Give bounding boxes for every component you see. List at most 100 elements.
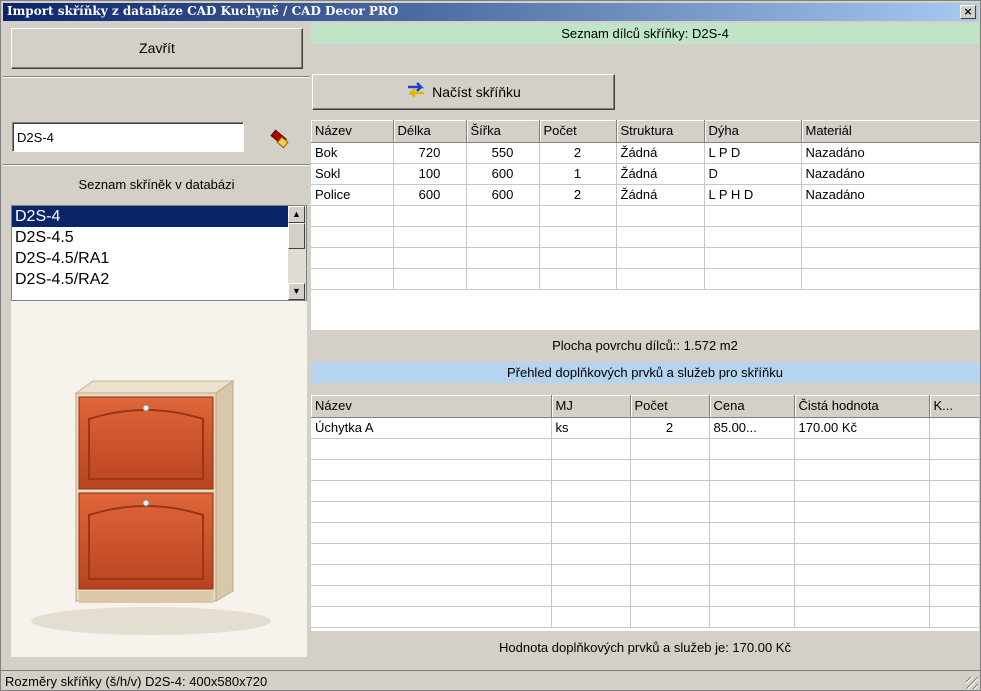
table-cell: [630, 543, 710, 565]
extras-table-container: Název MJ Počet Cena Čistá hodnota K... Úchytk…: [311, 395, 979, 631]
table-cell: [311, 585, 552, 607]
column-header[interactable]: Šířka: [466, 120, 540, 143]
table-row[interactable]: Police 600 600 2 Žádná L P H D Nazadáno: [311, 184, 979, 206]
table-cell: [929, 606, 979, 628]
table-cell: Nazadáno: [801, 142, 979, 164]
table-row[interactable]: Úchytka Aks 2 85.00... 170.00 Kč: [311, 417, 979, 439]
load-cabinet-button[interactable]: Načíst skříňku: [312, 74, 615, 110]
close-button[interactable]: Zavřít: [11, 28, 303, 69]
table-row[interactable]: Bok 720 550 2 Žádná L P D Nazadáno: [311, 142, 979, 164]
table-cell: 2: [539, 142, 617, 164]
resize-grip-icon[interactable]: [966, 677, 978, 689]
swap-arrows-icon: [406, 76, 426, 110]
table-cell: [709, 564, 795, 586]
parts-table[interactable]: Název Délka Šířka Počet Struktura Dýha Materiá…: [311, 120, 979, 290]
table-cell: [929, 585, 979, 607]
list-item[interactable]: D2S-4.5/RA2: [12, 269, 288, 290]
title-bar: Import skříňky z databáze CAD Kuchyně / …: [3, 3, 978, 21]
table-cell: [704, 226, 802, 248]
list-item[interactable]: D2S-4.5: [12, 227, 288, 248]
cabinet-list-scrollbar[interactable]: ▲ ▼: [288, 206, 306, 300]
table-row[interactable]: [311, 564, 979, 586]
table-cell: [709, 543, 795, 565]
search-field[interactable]: [12, 122, 244, 152]
table-cell: 600: [393, 184, 467, 206]
table-row[interactable]: [311, 480, 979, 502]
table-row[interactable]: [311, 459, 979, 481]
table-row[interactable]: [311, 543, 979, 565]
column-header[interactable]: Název: [311, 395, 552, 418]
table-cell: [311, 268, 394, 290]
table-cell: [794, 606, 930, 628]
parts-header: Seznam dílců skříňky: D2S-4: [311, 23, 979, 44]
table-cell: [616, 268, 705, 290]
table-cell: 600: [466, 184, 540, 206]
column-header[interactable]: Počet: [630, 395, 710, 418]
table-cell: [801, 247, 979, 269]
table-row[interactable]: [311, 247, 979, 269]
surface-area-text: Plocha povrchu dílců:: 1.572 m2: [552, 338, 738, 353]
column-header[interactable]: Cena: [709, 395, 795, 418]
column-header[interactable]: K...: [929, 395, 979, 418]
list-item[interactable]: D2S-4.5/RA1: [12, 248, 288, 269]
list-item[interactable]: D2S-4: [12, 206, 288, 227]
table-cell: [794, 438, 930, 460]
table-cell: [929, 501, 979, 523]
column-header[interactable]: Materiál: [801, 120, 979, 143]
table-row[interactable]: [311, 438, 979, 460]
table-cell: [551, 522, 631, 544]
table-cell: 85.00...: [709, 417, 795, 439]
table-cell: Nazadáno: [801, 163, 979, 185]
cabinet-listbox[interactable]: D2S-4 D2S-4.5 D2S-4.5/RA1 D2S-4.5/RA2 ▲ ▼: [11, 205, 307, 301]
table-cell: [794, 543, 930, 565]
table-cell: [539, 205, 617, 227]
table-cell: [704, 247, 802, 269]
column-header[interactable]: Čistá hodnota: [794, 395, 930, 418]
table-row[interactable]: [311, 585, 979, 607]
scroll-up-icon[interactable]: ▲: [288, 206, 305, 223]
table-cell: [311, 438, 552, 460]
table-cell: 170.00 Kč: [794, 417, 930, 439]
table-cell: 100: [393, 163, 467, 185]
table-cell: [929, 543, 979, 565]
table-cell: [929, 480, 979, 502]
table-cell: [311, 606, 552, 628]
extras-header: Přehled doplňkových prvků a služeb pro s…: [311, 362, 979, 383]
scroll-down-icon[interactable]: ▼: [288, 283, 305, 300]
table-cell: [709, 438, 795, 460]
table-cell: [709, 480, 795, 502]
column-header[interactable]: MJ: [551, 395, 631, 418]
table-cell: ks: [551, 417, 631, 439]
extras-table[interactable]: Název MJ Počet Cena Čistá hodnota K... Úchytk…: [311, 395, 979, 628]
table-row[interactable]: [311, 522, 979, 544]
table-row[interactable]: [311, 205, 979, 227]
table-cell: Žádná: [616, 163, 705, 185]
table-cell: [630, 459, 710, 481]
table-cell: [794, 564, 930, 586]
column-header[interactable]: Struktura: [616, 120, 705, 143]
table-row[interactable]: [311, 226, 979, 248]
table-cell: [630, 501, 710, 523]
table-cell: [551, 564, 631, 586]
table-cell: [794, 480, 930, 502]
table-cell: [393, 205, 467, 227]
table-row[interactable]: Sokl 100 600 1 Žádná D Nazadáno: [311, 163, 979, 185]
table-cell: [929, 459, 979, 481]
table-cell: Nazadáno: [801, 184, 979, 206]
table-cell: [539, 226, 617, 248]
column-header[interactable]: Délka: [393, 120, 467, 143]
table-row[interactable]: [311, 501, 979, 523]
table-cell: Žádná: [616, 184, 705, 206]
table-row[interactable]: [311, 268, 979, 290]
column-header[interactable]: Dýha: [704, 120, 802, 143]
column-header[interactable]: Počet: [539, 120, 617, 143]
scroll-thumb[interactable]: [288, 223, 305, 249]
close-window-button[interactable]: ×: [960, 5, 976, 19]
table-row[interactable]: [311, 606, 979, 628]
table-cell: [551, 501, 631, 523]
column-header[interactable]: Název: [311, 120, 394, 143]
eraser-icon[interactable]: [267, 125, 293, 151]
table-cell: [551, 438, 631, 460]
table-cell: [311, 459, 552, 481]
search-input[interactable]: [13, 123, 243, 151]
